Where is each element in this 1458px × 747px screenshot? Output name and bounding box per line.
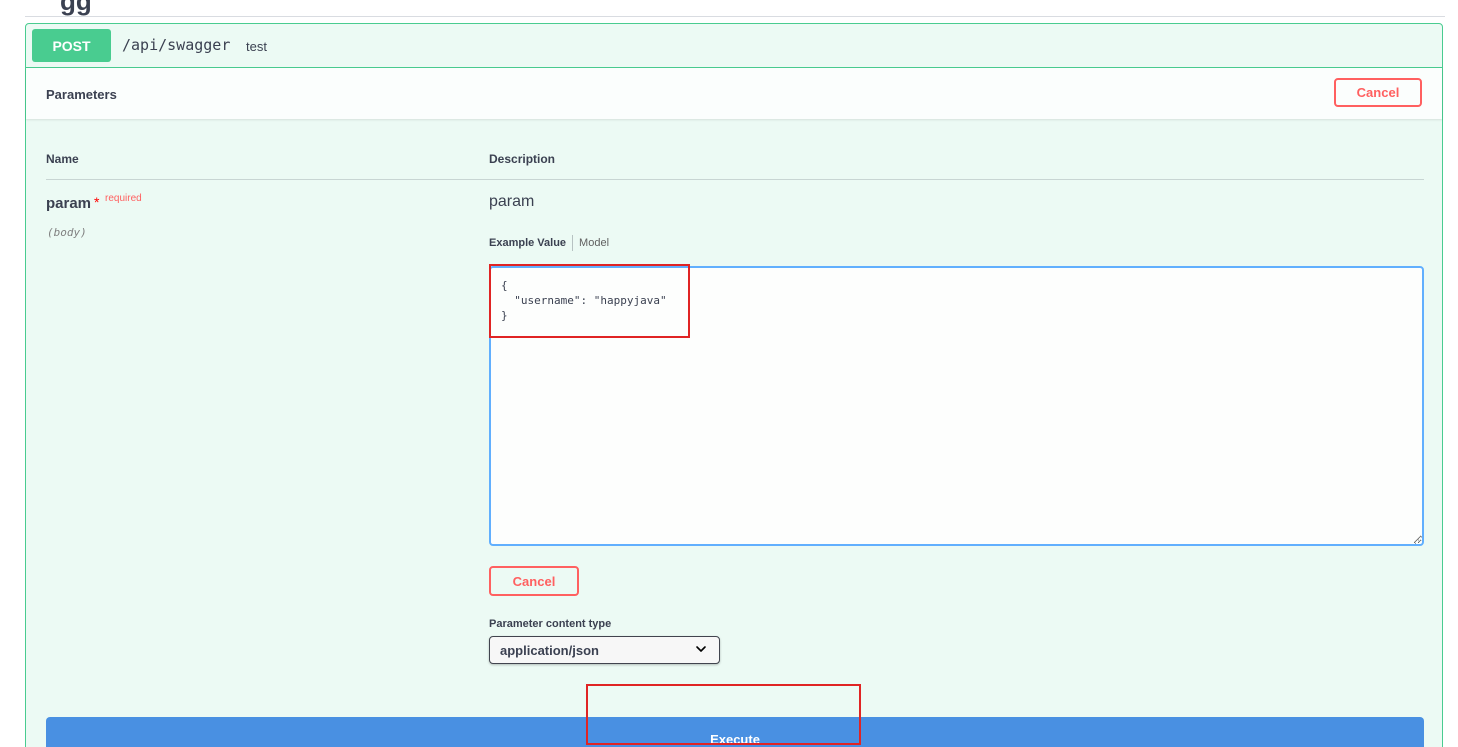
parameter-description: param <box>489 193 535 210</box>
parameters-header: Parameters Cancel <box>26 68 1442 119</box>
table-divider <box>46 179 1424 180</box>
required-star: * <box>94 194 100 210</box>
tab-model[interactable]: Model <box>579 237 615 249</box>
content-type-label: Parameter content type <box>489 618 612 630</box>
parameters-title: Parameters <box>46 87 117 102</box>
column-header-description: Description <box>489 152 556 166</box>
operation-summary[interactable]: POST /api/swagger test <box>26 24 1442 68</box>
tab-separator <box>572 235 574 251</box>
swagger-page: gg POST /api/swagger test Parameters Can… <box>0 0 1458 747</box>
column-header-name: Name <box>46 152 79 166</box>
example-model-tabs: Example Value Model <box>489 234 615 252</box>
parameter-name: param <box>46 195 92 212</box>
operation-summary-text: test <box>246 39 267 54</box>
operation-path: /api/swagger <box>122 36 231 54</box>
chevron-down-icon <box>696 646 706 652</box>
operation-block-post: POST /api/swagger test Parameters Cancel… <box>25 23 1443 747</box>
page-title-fragment: gg <box>60 0 92 16</box>
request-body-editor[interactable] <box>489 266 1424 546</box>
tab-example-value[interactable]: Example Value <box>489 237 572 249</box>
execute-button[interactable]: Execute <box>46 717 1424 747</box>
required-label: required <box>105 193 142 204</box>
cancel-try-out-button[interactable]: Cancel <box>1334 78 1422 107</box>
content-type-value: application/json <box>500 643 599 658</box>
divider <box>25 16 1445 17</box>
content-type-select[interactable]: application/json <box>489 636 720 664</box>
cancel-edit-button[interactable]: Cancel <box>489 566 579 596</box>
method-badge: POST <box>32 29 111 62</box>
resize-handle-icon[interactable]: ⋰ <box>1414 536 1423 545</box>
parameter-location: (body) <box>47 226 87 239</box>
